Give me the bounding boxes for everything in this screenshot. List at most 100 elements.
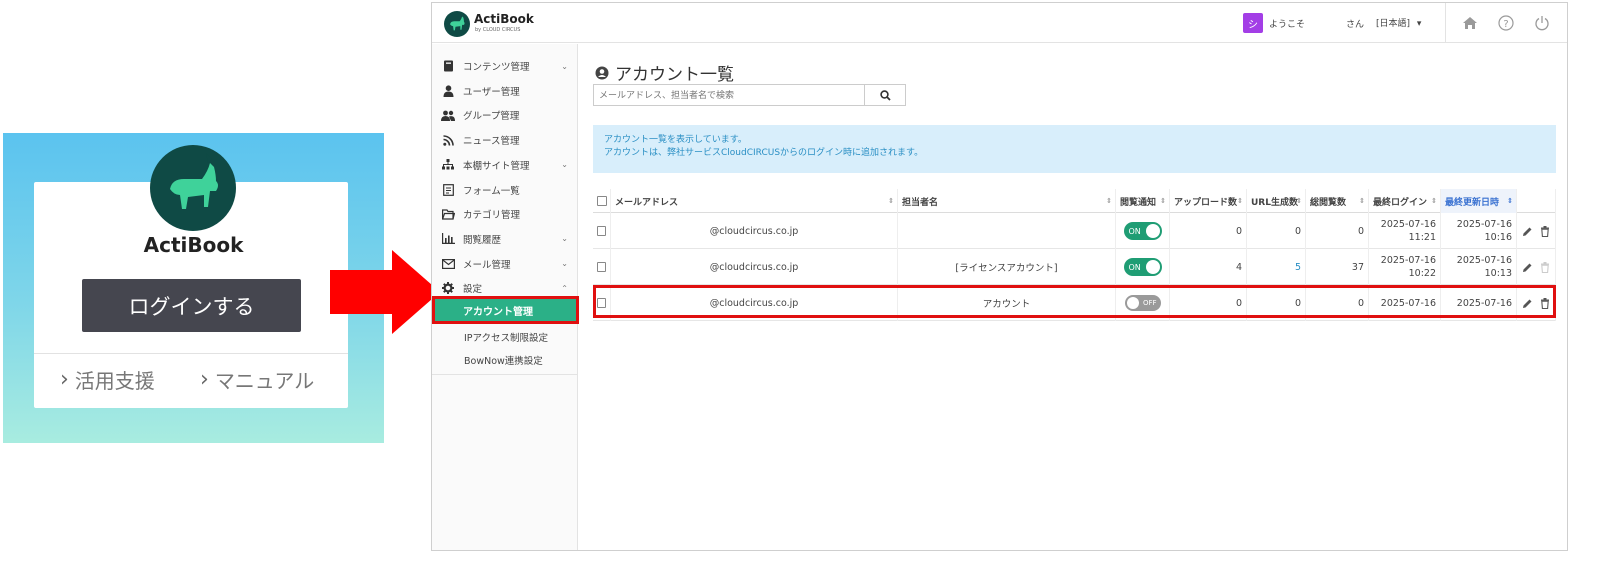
uploads-cell-text: 0: [1235, 225, 1242, 237]
bar-chart-icon: [441, 233, 455, 245]
trash-icon[interactable]: [1538, 224, 1551, 238]
last-login-cell: 2025-07-16: [1369, 285, 1441, 321]
table-row: @cloudcircus.co.jp アカウント OFF 0 0 0 2025-07-16 2…: [593, 285, 1556, 321]
language-select[interactable]: [日本語] ▾: [1376, 16, 1421, 29]
login-brand: ActiBook: [143, 233, 244, 257]
sidebar-item-label: グループ管理: [463, 111, 520, 123]
uploads-cell: 0: [1170, 213, 1247, 249]
page-title: アカウント一覧: [595, 60, 734, 85]
sort-icon: ⇕: [888, 197, 894, 205]
brand-subtitle: by CLOUD CIRCUS: [475, 27, 521, 33]
column-header[interactable]: 閲覧通知 ⇕: [1116, 189, 1170, 213]
support-link[interactable]: › 活用支援: [60, 365, 155, 394]
search-button[interactable]: [864, 84, 906, 106]
row-checkbox[interactable]: [597, 226, 606, 236]
table-row: @cloudcircus.co.jp [ライセンスアカウント] ON 4 5 37 2025…: [593, 249, 1556, 285]
sidebar-item-sitemap[interactable]: 本棚サイト管理 ⌄: [432, 153, 578, 177]
chevron-right-icon: ›: [200, 367, 209, 392]
book-icon: [441, 60, 455, 72]
notify-cell: ON: [1116, 249, 1170, 285]
checkbox[interactable]: [597, 196, 607, 206]
email-cell: @cloudcircus.co.jp: [611, 285, 898, 321]
row-checkbox[interactable]: [597, 262, 606, 272]
views-cell: 37: [1306, 249, 1369, 285]
notify-toggle[interactable]: ON: [1123, 258, 1162, 276]
user-circle-icon: [595, 66, 609, 79]
sidebar-item-bar-chart[interactable]: 閲覧履歴 ⌄: [432, 227, 578, 251]
actibook-logo[interactable]: [444, 11, 470, 37]
urls-cell: 0: [1247, 213, 1306, 249]
sidebar-item-mail[interactable]: メール管理 ⌄: [432, 252, 578, 276]
edit-icon[interactable]: [1521, 260, 1534, 274]
toggle-label: ON: [1128, 262, 1141, 272]
sidebar-item-ip-access[interactable]: IPアクセス制限設定: [464, 330, 548, 344]
caret-down-icon: ▾: [1416, 19, 1422, 29]
chevron-down-icon: ⌄: [561, 234, 568, 244]
sidebar-item-label: ユーザー管理: [463, 86, 520, 98]
info-line: アカウント一覧を表示しています。: [604, 135, 747, 145]
column-header[interactable]: URL生成数 ⇕: [1247, 189, 1306, 213]
sidebar-item-form[interactable]: フォーム一覧: [432, 178, 578, 202]
column-header[interactable]: 最終ログイン ⇕: [1369, 189, 1441, 213]
sidebar-item-users[interactable]: グループ管理: [432, 103, 578, 127]
column-header[interactable]: 総閲覧数 ⇕: [1306, 189, 1369, 213]
date-text: 10:13: [1484, 268, 1512, 279]
checkbox-cell: [593, 249, 611, 285]
actions-cell: [1517, 249, 1556, 285]
login-panel: ログインする › 活用支援 › マニュアル ActiBook: [3, 133, 384, 443]
manual-link[interactable]: › マニュアル: [200, 365, 314, 394]
sort-icon: ⇕: [1431, 197, 1437, 205]
notify-toggle[interactable]: ON: [1123, 222, 1162, 240]
chevron-right-icon: ›: [60, 367, 69, 392]
help-icon[interactable]: ?: [1497, 14, 1515, 32]
folder-icon: [441, 209, 455, 220]
views-cell: 0: [1306, 213, 1369, 249]
chevron-down-icon: ⌄: [561, 259, 568, 269]
checkbox-cell: [593, 213, 611, 249]
select-all-checkbox[interactable]: [593, 189, 611, 213]
uploads-cell: 0: [1170, 285, 1247, 321]
notify-toggle[interactable]: OFF: [1124, 295, 1161, 311]
form-icon: [441, 183, 455, 196]
column-header-label: 総閲覧数: [1310, 197, 1347, 208]
chevron-down-icon: ⌄: [561, 160, 568, 170]
chevron-up-icon: ⌃: [561, 283, 568, 293]
column-header[interactable]: メールアドレス ⇕: [611, 189, 898, 213]
row-checkbox[interactable]: [597, 298, 606, 308]
edit-icon[interactable]: [1521, 296, 1534, 310]
toggle-label: ON: [1128, 226, 1141, 236]
login-card: ログインする › 活用支援 › マニュアル: [34, 145, 348, 408]
date-text: 2025-07-16: [1380, 255, 1436, 266]
sidebar-item-user[interactable]: ユーザー管理: [432, 79, 578, 103]
sidebar-item-gear[interactable]: 設定 ⌃: [432, 276, 578, 300]
divider: [1445, 3, 1446, 43]
sidebar-item-rss[interactable]: ニュース管理: [432, 128, 578, 152]
owner-name-cell: [ライセンスアカウント]: [898, 249, 1116, 285]
avatar[interactable]: シ: [1243, 13, 1263, 33]
column-header[interactable]: 担当者名 ⇕: [898, 189, 1116, 213]
login-button[interactable]: ログインする: [82, 279, 301, 332]
edit-icon[interactable]: [1521, 224, 1534, 238]
power-icon[interactable]: [1533, 14, 1551, 32]
sidebar-item-label: コンテンツ管理: [463, 62, 530, 73]
date-text: 2025-07-16: [1456, 219, 1512, 230]
updated-cell: 2025-07-16 10:16: [1441, 213, 1517, 249]
sidebar-item-account-management[interactable]: アカウント管理: [432, 296, 579, 324]
column-header-label: 最終ログイン: [1373, 197, 1428, 208]
trash-icon[interactable]: [1538, 296, 1551, 310]
sidebar-item-bownow[interactable]: BowNow連携設定: [464, 353, 543, 367]
owner-name-cell: [898, 213, 1116, 249]
sidebar-item-folder[interactable]: カテゴリ管理: [432, 202, 578, 226]
top-bar: ActiBook by CLOUD CIRCUS シ ようこそ さん [日本語]…: [432, 3, 1567, 43]
date-text: 2025-07-16: [1380, 297, 1436, 309]
urls-cell: 0: [1247, 285, 1306, 321]
date-text: 10:22: [1408, 268, 1436, 279]
urls-cell-text: 0: [1294, 297, 1301, 309]
search-input[interactable]: [593, 84, 865, 106]
home-icon[interactable]: [1461, 14, 1479, 32]
column-header[interactable]: アップロード数 ⇕: [1170, 189, 1247, 213]
sidebar-item-book[interactable]: コンテンツ管理 ⌄: [432, 54, 578, 78]
table-header: メールアドレス ⇕ 担当者名 ⇕ 閲覧通知 ⇕ アップロード数 ⇕ URL生成数 ⇕ 総閲覧数 ⇕ 最終…: [593, 189, 1556, 213]
column-header[interactable]: 最終更新日時 ⇕: [1441, 189, 1517, 213]
actions-cell: [1517, 213, 1556, 249]
